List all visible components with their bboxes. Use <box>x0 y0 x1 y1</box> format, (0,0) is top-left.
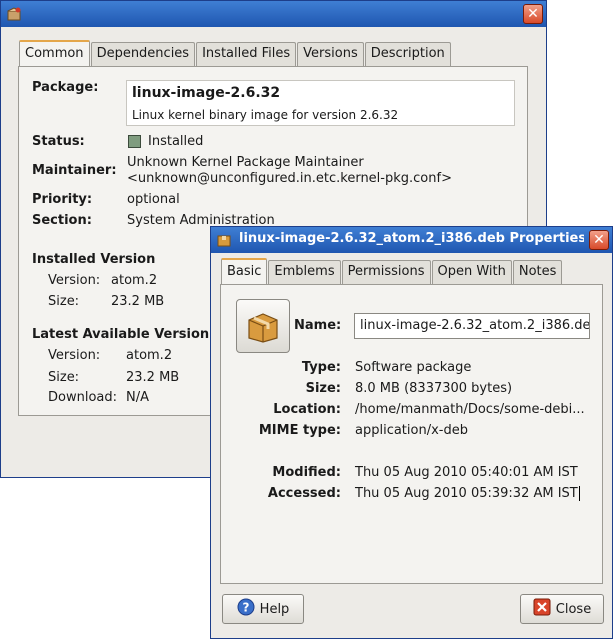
maintainer-label: Maintainer: <box>32 163 117 178</box>
status-value: Installed <box>148 134 204 149</box>
package-icon <box>245 308 281 348</box>
installed-version-value: atom.2 <box>111 273 158 288</box>
package-file-icon <box>216 232 232 248</box>
installed-version-heading: Installed Version <box>32 252 156 267</box>
titlebar[interactable]: ✕ <box>1 1 546 27</box>
maintainer-name: Unknown Kernel Package Maintainer <box>127 155 364 170</box>
close-icon: ✕ <box>527 6 539 22</box>
help-button-label: Help <box>259 601 290 617</box>
status-label: Status: <box>32 134 85 149</box>
maintainer-email: <unknown@unconfigured.in.etc.kernel-pkg.… <box>127 171 452 186</box>
latest-version-value: atom.2 <box>126 348 173 363</box>
download-value: N/A <box>126 390 149 405</box>
close-button[interactable]: Close <box>520 594 604 624</box>
tab-common[interactable]: Common <box>19 40 90 66</box>
text-cursor <box>578 486 580 501</box>
close-window-button[interactable]: ✕ <box>523 4 543 24</box>
tab-description[interactable]: Description <box>364 42 451 66</box>
front-tab-bar: Basic Emblems Permissions Open With Note… <box>221 258 563 284</box>
close-icon <box>533 598 551 620</box>
size-label: Size: <box>305 381 341 396</box>
accessed-label: Accessed: <box>267 486 341 501</box>
installed-version-label: Version: <box>48 273 101 288</box>
tab-basic[interactable]: Basic <box>221 258 268 284</box>
help-button[interactable]: ? Help <box>222 594 304 624</box>
tab-open-with[interactable]: Open With <box>431 260 512 284</box>
installed-status-icon <box>128 135 141 148</box>
back-tab-bar: Common Dependencies Installed Files Vers… <box>19 40 452 66</box>
section-label: Section: <box>32 213 92 228</box>
name-field[interactable]: linux-image-2.6.32_atom.2_i386.de <box>354 313 590 339</box>
file-icon-button[interactable] <box>236 299 290 353</box>
installed-size-label: Size: <box>48 294 80 309</box>
priority-value: optional <box>127 192 180 207</box>
svg-text:?: ? <box>242 601 249 615</box>
type-value: Software package <box>355 360 472 375</box>
help-icon: ? <box>237 598 255 620</box>
tab-installed-files[interactable]: Installed Files <box>196 42 297 66</box>
package-name: linux-image-2.6.32 <box>132 85 281 101</box>
package-manager-icon <box>6 6 22 22</box>
close-window-button[interactable]: ✕ <box>589 230 609 250</box>
size-value: 8.0 MB (8337300 bytes) <box>355 381 513 396</box>
package-description: Linux kernel binary image for version 2.… <box>132 108 399 122</box>
modified-value: Thu 05 Aug 2010 05:40:01 AM IST <box>355 465 578 480</box>
latest-version-label: Version: <box>48 348 101 363</box>
mime-type-label: MIME type: <box>258 423 341 438</box>
location-value: /home/manmath/Docs/some-debi... <box>355 402 585 417</box>
tab-permissions[interactable]: Permissions <box>341 260 431 284</box>
modified-label: Modified: <box>272 465 341 480</box>
download-label: Download: <box>48 390 117 405</box>
accessed-text: Thu 05 Aug 2010 05:39:32 AM IST <box>355 486 578 501</box>
latest-version-heading: Latest Available Version <box>32 327 210 342</box>
titlebar[interactable]: linux-image-2.6.32_atom.2_i386.deb Prope… <box>211 227 612 253</box>
type-label: Type: <box>301 360 341 375</box>
accessed-value: Thu 05 Aug 2010 05:39:32 AM IST <box>355 486 580 501</box>
mime-type-value: application/x-deb <box>355 423 468 438</box>
priority-label: Priority: <box>32 192 93 207</box>
window-title: linux-image-2.6.32_atom.2_i386.deb Prope… <box>239 231 584 246</box>
tab-dependencies[interactable]: Dependencies <box>90 42 196 66</box>
tab-notes[interactable]: Notes <box>512 260 563 284</box>
location-label: Location: <box>273 402 341 417</box>
name-label: Name: <box>294 318 342 333</box>
package-label: Package: <box>32 80 99 95</box>
close-icon: ✕ <box>593 232 605 248</box>
tab-versions[interactable]: Versions <box>297 42 364 66</box>
latest-size-label: Size: <box>48 370 80 385</box>
close-button-label: Close <box>555 601 592 617</box>
latest-size-value: 23.2 MB <box>126 370 180 385</box>
tab-emblems[interactable]: Emblems <box>268 260 341 284</box>
installed-size-value: 23.2 MB <box>111 294 165 309</box>
